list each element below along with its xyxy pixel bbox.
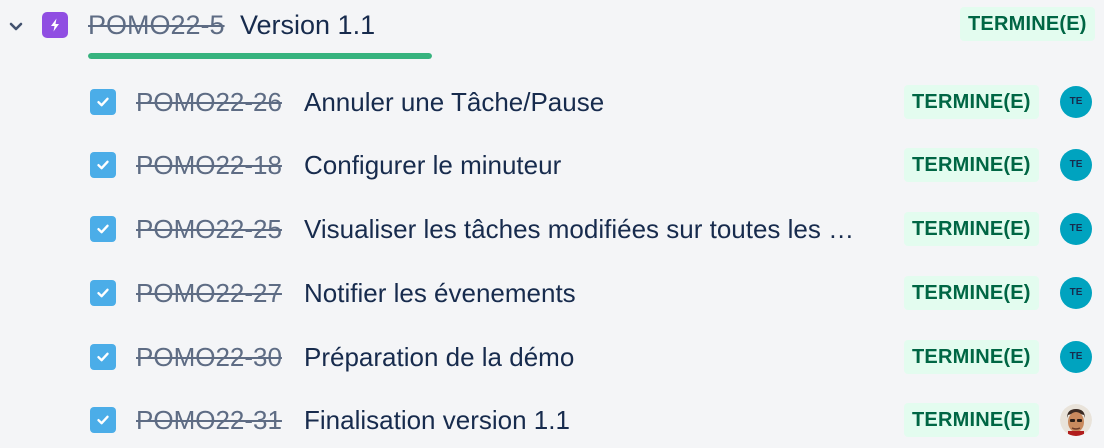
assignee-avatar[interactable]: TE bbox=[1060, 341, 1092, 373]
status-badge[interactable]: TERMINE(E) bbox=[904, 276, 1039, 310]
child-issue-row[interactable]: POMO22-18 Configurer le minuteur TERMINE… bbox=[0, 135, 1104, 195]
child-issue-row[interactable]: POMO22-27 Notifier les évenements TERMIN… bbox=[0, 263, 1104, 323]
task-checkbox-icon bbox=[90, 280, 116, 306]
chevron-down-icon[interactable] bbox=[4, 14, 28, 38]
epic-title[interactable]: Version 1.1 bbox=[240, 9, 375, 41]
status-badge[interactable]: TERMINE(E) bbox=[904, 148, 1039, 182]
issue-key-link[interactable]: POMO22-31 bbox=[136, 404, 282, 436]
issue-summary[interactable]: Notifier les évenements bbox=[304, 277, 894, 309]
task-checkbox-icon bbox=[90, 216, 116, 242]
issue-summary[interactable]: Préparation de la démo bbox=[304, 341, 894, 373]
status-badge[interactable]: TERMINE(E) bbox=[904, 212, 1039, 246]
assignee-avatar[interactable]: TE bbox=[1060, 213, 1092, 245]
epic-row[interactable]: POMO22-5 Version 1.1 TERMINE(E) bbox=[0, 0, 1104, 59]
issue-summary[interactable]: Finalisation version 1.1 bbox=[304, 404, 894, 436]
status-badge[interactable]: TERMINE(E) bbox=[960, 7, 1095, 41]
assignee-avatar[interactable]: TE bbox=[1060, 149, 1092, 181]
issue-key-link[interactable]: POMO22-18 bbox=[136, 149, 282, 181]
issue-key-link[interactable]: POMO22-25 bbox=[136, 213, 282, 245]
status-badge[interactable]: TERMINE(E) bbox=[904, 85, 1039, 119]
child-issue-row[interactable]: POMO22-25 Visualiser les tâches modifiée… bbox=[0, 199, 1104, 259]
person-photo-icon bbox=[1060, 404, 1092, 436]
assignee-avatar[interactable]: TE bbox=[1060, 86, 1092, 118]
task-checkbox-icon bbox=[90, 407, 116, 433]
assignee-avatar[interactable]: TE bbox=[1060, 277, 1092, 309]
epic-children-panel: POMO22-5 Version 1.1 TERMINE(E) POMO22-2… bbox=[0, 0, 1104, 448]
status-badge[interactable]: TERMINE(E) bbox=[904, 403, 1039, 437]
child-issue-row[interactable]: POMO22-30 Préparation de la démo TERMINE… bbox=[0, 327, 1104, 387]
issue-summary[interactable]: Annuler une Tâche/Pause bbox=[304, 86, 894, 118]
epic-progress-bar bbox=[88, 53, 432, 59]
task-checkbox-icon bbox=[90, 344, 116, 370]
issue-key-link[interactable]: POMO22-27 bbox=[136, 277, 282, 309]
issue-key-link[interactable]: POMO22-26 bbox=[136, 86, 282, 118]
child-issue-row[interactable]: POMO22-31 Finalisation version 1.1 TERMI… bbox=[0, 390, 1104, 448]
assignee-avatar-photo[interactable] bbox=[1060, 404, 1092, 436]
child-issue-row[interactable]: POMO22-26 Annuler une Tâche/Pause TERMIN… bbox=[0, 72, 1104, 132]
epic-progress-fill bbox=[88, 53, 432, 59]
epic-key-link[interactable]: POMO22-5 bbox=[88, 9, 225, 41]
task-checkbox-icon bbox=[90, 152, 116, 178]
issue-key-link[interactable]: POMO22-30 bbox=[136, 341, 282, 373]
lightning-bolt-icon bbox=[42, 12, 68, 38]
task-checkbox-icon bbox=[90, 89, 116, 115]
issue-summary[interactable]: Visualiser les tâches modifiées sur tout… bbox=[304, 213, 894, 245]
issue-summary[interactable]: Configurer le minuteur bbox=[304, 149, 894, 181]
status-badge[interactable]: TERMINE(E) bbox=[904, 340, 1039, 374]
